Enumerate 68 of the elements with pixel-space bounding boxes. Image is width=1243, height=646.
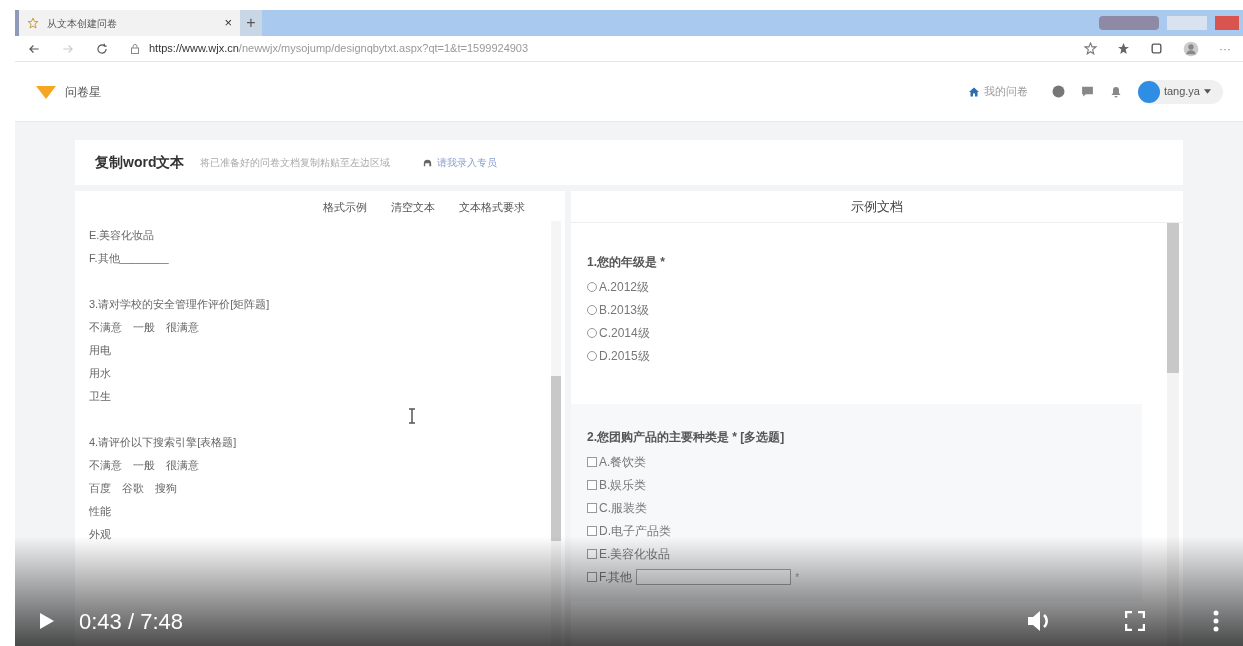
checkbox[interactable] — [587, 549, 597, 559]
option-label: E.美容化妆品 — [599, 546, 671, 563]
new-tab-button[interactable]: + — [240, 10, 262, 36]
text-line: E.美容化妆品 — [89, 228, 156, 243]
text-line: F.其他________ — [89, 251, 170, 266]
card-title: 复制word文本 — [95, 153, 185, 172]
input-field[interactable] — [636, 569, 792, 585]
playback-time: 0:43 / 7:48 — [79, 607, 183, 636]
checkbox[interactable] — [587, 457, 597, 467]
checkbox[interactable] — [587, 480, 597, 490]
required-mark: * — [795, 570, 800, 585]
bell-icon[interactable] — [1109, 85, 1122, 98]
text-line: 3.请对学校的安全管理作评价[矩阵题] — [89, 297, 271, 312]
text-cursor-icon — [408, 408, 416, 424]
checkbox[interactable] — [587, 503, 597, 513]
tab-title: 从文本创建问卷 — [47, 16, 118, 31]
radio-button[interactable] — [587, 305, 597, 315]
question-title: 1.您的年级是 * — [587, 254, 666, 271]
card-hint: 将已准备好的问卷文档复制粘贴至左边区域 — [200, 156, 391, 170]
radio-button[interactable] — [587, 282, 597, 292]
star-icon[interactable] — [1084, 42, 1097, 55]
text-line: 外观 — [89, 527, 112, 542]
text-line: 百度 谷歌 搜狗 — [89, 481, 178, 496]
home-icon — [967, 85, 980, 98]
caret-icon — [1204, 89, 1211, 94]
lock-icon — [129, 42, 141, 55]
option-label: F.其他 — [599, 569, 633, 586]
text-line: 卫生 — [89, 389, 112, 404]
text-line: 不满意 一般 很满意 — [89, 458, 200, 473]
profile-icon[interactable] — [1183, 40, 1199, 57]
panel-title: 示例文档 — [851, 197, 903, 216]
text-line: 用水 — [89, 366, 112, 381]
option-label: B.娱乐类 — [599, 477, 647, 494]
fullscreen-icon[interactable] — [1125, 611, 1145, 631]
toolbar-link[interactable]: 文本格式要求 — [459, 199, 525, 221]
favorites-icon[interactable] — [1117, 42, 1130, 55]
toolbar-link[interactable]: 清空文本 — [391, 199, 435, 221]
option-label: D.电子产品类 — [599, 523, 671, 540]
play-icon[interactable] — [39, 612, 55, 630]
option-label: A.2012级 — [599, 279, 650, 296]
logo-icon — [35, 83, 57, 100]
more-icon[interactable]: ··· — [1219, 39, 1231, 58]
text-line: 用电 — [89, 343, 112, 358]
option-label: C.2014级 — [599, 325, 650, 342]
radio-button[interactable] — [587, 351, 597, 361]
text-line: 4.请评价以下搜索引擎[表格题] — [89, 435, 238, 450]
option-label: A.餐饮类 — [599, 454, 647, 471]
message-icon[interactable] — [1080, 85, 1094, 98]
text-line: 不满意 一般 很满意 — [89, 320, 200, 335]
toolbar-link[interactable]: 格式示例 — [323, 199, 367, 221]
option-label: C.服装类 — [599, 500, 647, 517]
brand-name[interactable]: 问卷星 — [65, 82, 101, 101]
option-label: D.2015级 — [599, 348, 650, 365]
star-icon — [27, 17, 39, 29]
browser-tab[interactable]: 从文本创建问卷 × — [15, 10, 240, 36]
checkbox[interactable] — [587, 572, 597, 582]
radio-button[interactable] — [587, 328, 597, 338]
checkbox[interactable] — [587, 526, 597, 536]
support-icon — [422, 157, 434, 168]
text-line: 性能 — [89, 504, 112, 519]
close-icon[interactable]: × — [224, 13, 232, 33]
question-title: 2.您团购产品的主要种类是 * [多选题] — [587, 429, 786, 446]
more-icon[interactable] — [1213, 610, 1219, 632]
avatar-icon — [1137, 80, 1160, 103]
url-text[interactable]: https://www.wjx.cn/newwjx/mysojump/designqbytxt.aspx?qt=1&t=1599924903 — [149, 40, 529, 57]
option-label: B.2013级 — [599, 302, 650, 319]
refresh-icon[interactable] — [95, 41, 109, 56]
user-menu[interactable]: tang.ya — [1137, 79, 1223, 104]
